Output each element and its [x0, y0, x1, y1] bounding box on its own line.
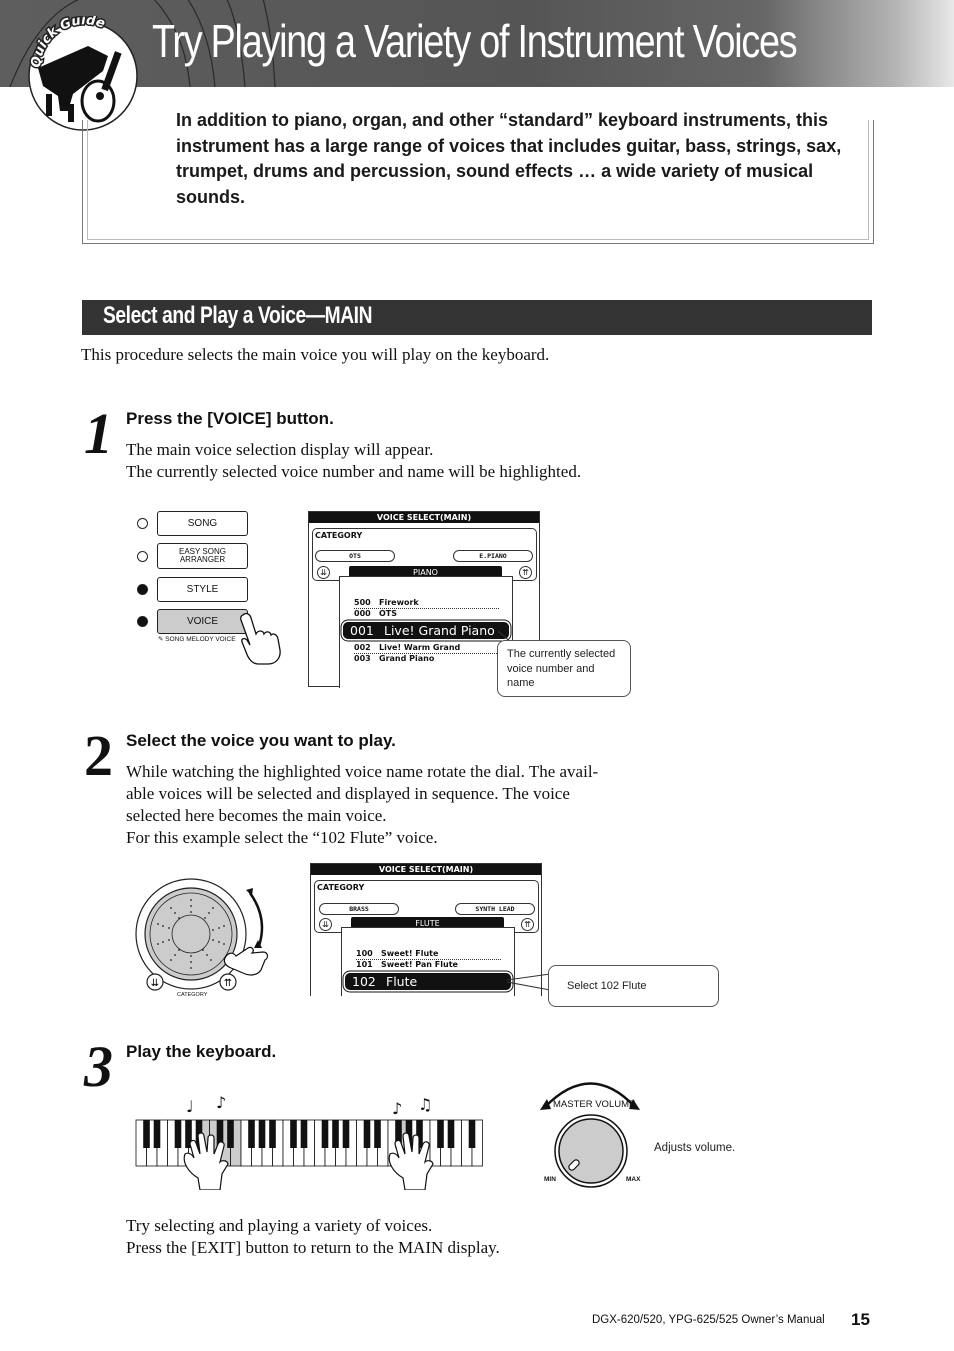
callout-selected-voice: The currently selected voice number and …	[497, 640, 631, 697]
step-body: The main voice selection display will ap…	[126, 439, 581, 483]
category-label: CATEGORY	[315, 531, 363, 540]
step-body-line: While watching the highlighted voice nam…	[126, 762, 599, 781]
black-key	[468, 1120, 476, 1148]
prev-category: OTS	[315, 550, 395, 562]
voice-list-item: 003 Grand Piano	[354, 654, 435, 663]
prev-category: BRASS	[319, 903, 399, 915]
step-body-line: The currently selected voice number and …	[126, 462, 582, 481]
black-key	[174, 1120, 182, 1148]
volume-caption: Adjusts volume.	[654, 1142, 736, 1154]
black-key	[269, 1120, 276, 1148]
step-heading: Select the voice you want to play.	[126, 731, 396, 750]
song-melody-voice-label: ✎ SONG MELODY VOICE	[158, 635, 236, 643]
category-label: CATEGORY	[317, 883, 365, 892]
black-key	[258, 1120, 266, 1148]
step-body: While watching the highlighted voice nam…	[126, 761, 598, 849]
voice-list-item: 002 Live! Warm Grand	[354, 643, 461, 652]
voice-list-item: 100 Sweet! Flute	[356, 949, 439, 958]
volume-min-label: MIN	[544, 1176, 556, 1183]
step-number: 2	[84, 723, 113, 788]
step-body-line: able voices will be selected and display…	[126, 784, 570, 803]
intro-text: In addition to piano, organ, and other “…	[176, 110, 842, 208]
svg-text:♫: ♫	[418, 1095, 432, 1114]
pointing-hand-icon	[240, 612, 281, 665]
category-up-icon: ⇈	[519, 566, 532, 579]
master-volume-knob[interactable]	[535, 1065, 650, 1190]
style-button[interactable]: STYLE	[157, 577, 248, 602]
step-number: 1	[84, 401, 113, 466]
voice-button[interactable]: VOICE	[157, 609, 248, 634]
black-key	[321, 1120, 329, 1148]
next-category: SYNTH LEAD	[455, 903, 535, 915]
svg-text:♪: ♪	[216, 1093, 226, 1112]
closing-text: Try selecting and playing a variety of v…	[126, 1215, 500, 1259]
black-key	[332, 1120, 339, 1148]
svg-text:⇈: ⇈	[224, 978, 232, 989]
music-notes-icon: ♩ ♪ ♪ ♫	[186, 1093, 432, 1118]
step-number: 3	[84, 1034, 113, 1099]
svg-text:⇊: ⇊	[151, 978, 159, 989]
panel-sublabel: SONG MELODY VOICE	[165, 636, 236, 643]
keyboard-illustration: ♩ ♪ ♪ ♫	[135, 1093, 483, 1190]
svg-text:♩: ♩	[186, 1097, 194, 1116]
led-indicator	[137, 616, 148, 627]
selected-voice: 001 Live! Grand Piano	[343, 622, 509, 639]
black-key	[143, 1120, 150, 1148]
page-title: Try Playing a Variety of Instrument Voic…	[152, 15, 798, 67]
step-body-line: The main voice selection display will ap…	[126, 440, 434, 459]
quick-guide-badge: Quick Guide	[28, 16, 138, 131]
selected-voice: 102 Flute	[345, 973, 511, 990]
data-dial[interactable]: ⇊ ⇈	[133, 878, 283, 1003]
category-down-icon: ⇊	[317, 566, 330, 579]
black-key	[363, 1120, 371, 1148]
page-number: 15	[851, 1310, 870, 1329]
display-header: VOICE SELECT(MAIN)	[311, 864, 541, 875]
next-category: E.PIANO	[453, 550, 533, 562]
led-indicator	[137, 551, 148, 562]
led-indicator	[137, 584, 148, 595]
svg-text:♪: ♪	[392, 1099, 402, 1118]
black-key	[374, 1120, 381, 1148]
song-button[interactable]: SONG	[157, 511, 248, 536]
voice-list-item: 500 Firework	[354, 598, 419, 607]
callout-select-flute: Select 102 Flute	[548, 965, 719, 1007]
category-down-icon: ⇊	[319, 918, 332, 931]
rotate-arrow-icon	[248, 892, 264, 947]
black-key	[437, 1120, 444, 1148]
volume-max-label: MAX	[626, 1176, 641, 1183]
category-up-icon: ⇈	[521, 918, 534, 931]
black-key	[248, 1120, 255, 1148]
black-key	[447, 1120, 455, 1148]
voice-list-item: 000 OTS	[354, 609, 398, 618]
black-key	[153, 1120, 161, 1148]
step-heading: Press the [VOICE] button.	[126, 409, 334, 428]
section-title: Select and Play a Voice—MAIN	[103, 302, 373, 329]
step-body-line: For this example select the “102 Flute” …	[126, 828, 438, 847]
step-body-line: selected here becomes the main voice.	[126, 806, 387, 825]
easy-song-arranger-button[interactable]: EASY SONG ARRANGER	[157, 543, 248, 569]
voice-list-item: 101 Sweet! Pan Flute	[356, 960, 458, 969]
step-heading: Play the keyboard.	[126, 1042, 277, 1061]
black-key	[300, 1120, 308, 1148]
closing-line: Press the [EXIT] button to return to the…	[126, 1238, 500, 1257]
black-key	[342, 1120, 350, 1148]
section-description: This procedure selects the main voice yo…	[81, 345, 550, 364]
black-key	[290, 1120, 297, 1148]
black-key	[227, 1120, 234, 1148]
dial-category-label: CATEGORY	[177, 992, 208, 998]
display-header: VOICE SELECT(MAIN)	[309, 512, 539, 523]
pencil-icon: ✎	[158, 636, 164, 643]
manual-title: DGX-620/520, YPG-625/525 Owner’s Manual	[592, 1314, 825, 1326]
master-volume-label: MASTER VOLUME	[553, 1099, 636, 1110]
led-indicator	[137, 518, 148, 529]
closing-line: Try selecting and playing a variety of v…	[126, 1216, 433, 1235]
